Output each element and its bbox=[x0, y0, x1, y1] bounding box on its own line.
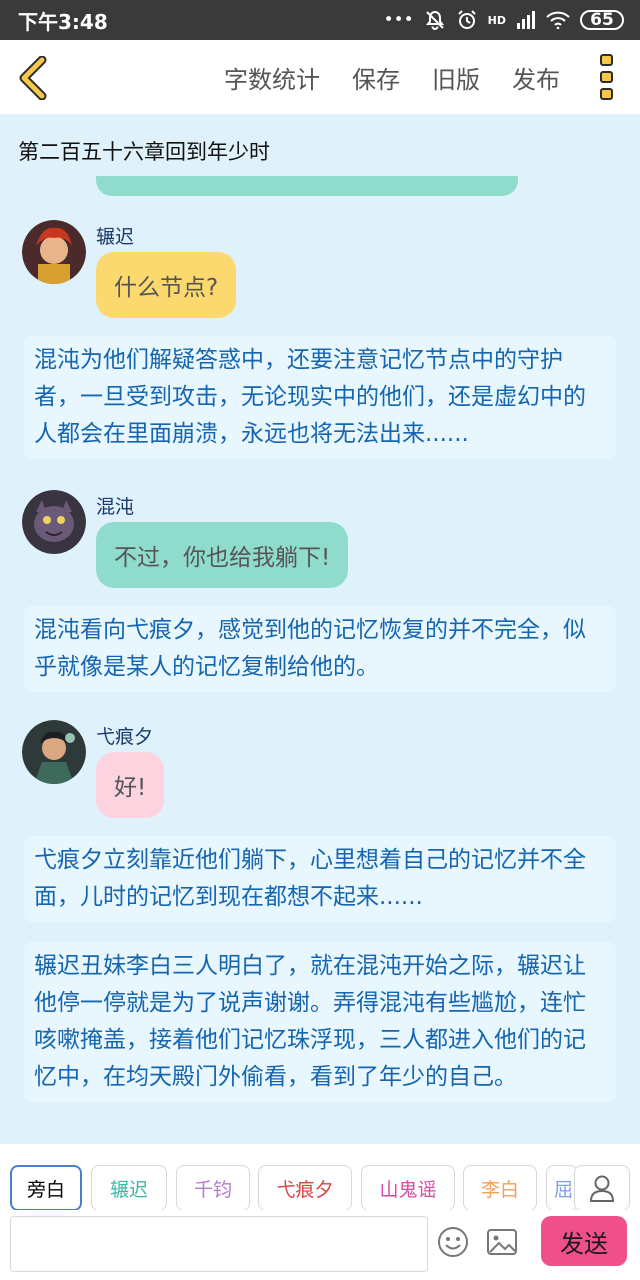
chapter-content[interactable]: 第二百五十六章回到年少时 辗迟 什么节点? 混沌为他们解疑答惑中，还要注意记忆节… bbox=[0, 114, 640, 1144]
narration-block[interactable]: 混沌为他们解疑答惑中，还要注意记忆节点中的守护者，一旦受到攻击，无论现实中的他们… bbox=[24, 336, 616, 459]
back-arrow-icon[interactable] bbox=[14, 56, 54, 100]
status-icons: ••• HD 65 bbox=[384, 9, 624, 31]
top-toolbar: 字数统计 保存 旧版 发布 bbox=[0, 40, 640, 114]
character-chip-shanguiyao[interactable]: 山鬼谣 bbox=[361, 1165, 455, 1211]
composer-bar: 发送 bbox=[0, 1210, 640, 1280]
person-icon bbox=[589, 1175, 615, 1202]
wifi-icon bbox=[546, 11, 570, 29]
message-input[interactable] bbox=[10, 1216, 428, 1272]
image-icon[interactable] bbox=[486, 1226, 518, 1258]
more-menu-icon[interactable] bbox=[600, 54, 614, 100]
status-time: 下午3:48 bbox=[18, 9, 108, 34]
speaker-name: 弋痕夕 bbox=[96, 726, 154, 748]
publish-button[interactable]: 发布 bbox=[512, 60, 560, 95]
dialogue-bubble[interactable]: 什么节点? bbox=[96, 252, 237, 318]
add-character-button[interactable] bbox=[574, 1165, 630, 1211]
avatar-zhanchi[interactable] bbox=[22, 220, 86, 284]
battery-icon: 65 bbox=[580, 10, 624, 30]
emoji-icon[interactable] bbox=[437, 1226, 469, 1258]
more-dot bbox=[600, 88, 613, 100]
character-chip-libai[interactable]: 李白 bbox=[463, 1165, 537, 1211]
more-dots-icon: ••• bbox=[383, 9, 414, 30]
send-button[interactable]: 发送 bbox=[541, 1216, 627, 1266]
chapter-title: 第二百五十六章回到年少时 bbox=[18, 140, 270, 164]
character-chip-yihenxi[interactable]: 弋痕夕 bbox=[258, 1165, 352, 1211]
hd-signal-icon: HD bbox=[487, 13, 506, 27]
status-bar: 下午3:48 ••• HD 65 bbox=[0, 0, 640, 40]
previous-bubble bbox=[96, 176, 518, 196]
more-dot bbox=[600, 54, 613, 66]
old-version-button[interactable]: 旧版 bbox=[432, 60, 480, 95]
save-button[interactable]: 保存 bbox=[352, 60, 400, 95]
more-dot bbox=[600, 71, 613, 83]
character-chip-qianjun[interactable]: 千钧 bbox=[176, 1165, 250, 1211]
narration-block[interactable]: 混沌看向弋痕夕，感觉到他的记忆恢复的并不完全，似乎就像是某人的记忆复制给他的。 bbox=[24, 606, 616, 692]
bell-muted-icon bbox=[425, 10, 444, 30]
dialogue-bubble[interactable]: 不过，你也给我躺下! bbox=[96, 522, 349, 588]
speaker-name: 混沌 bbox=[96, 496, 135, 518]
dialogue-bubble[interactable]: 好! bbox=[96, 752, 165, 818]
avatar-hundun[interactable] bbox=[22, 490, 86, 554]
signal-icon bbox=[517, 11, 535, 29]
toolbar-menu: 字数统计 保存 旧版 发布 bbox=[224, 40, 560, 114]
narration-block[interactable]: 弋痕夕立刻靠近他们躺下，心里想着自己的记忆并不全面，儿时的记忆到现在都想不起来.… bbox=[24, 836, 616, 922]
narration-block[interactable]: 辗迟丑妹李白三人明白了，就在混沌开始之际，辗迟让他停一停就是为了说声谢谢。弄得混… bbox=[24, 942, 616, 1102]
speaker-name: 辗迟 bbox=[96, 226, 135, 248]
character-chip-zhanchi[interactable]: 辗迟 bbox=[91, 1165, 167, 1211]
alarm-icon bbox=[457, 10, 476, 29]
word-count-button[interactable]: 字数统计 bbox=[224, 60, 320, 95]
character-selector: 旁白 辗迟 千钧 弋痕夕 山鬼谣 李白 屈 bbox=[0, 1144, 640, 1211]
avatar-yihenxi[interactable] bbox=[22, 720, 86, 784]
character-chip-narrator[interactable]: 旁白 bbox=[10, 1165, 82, 1211]
